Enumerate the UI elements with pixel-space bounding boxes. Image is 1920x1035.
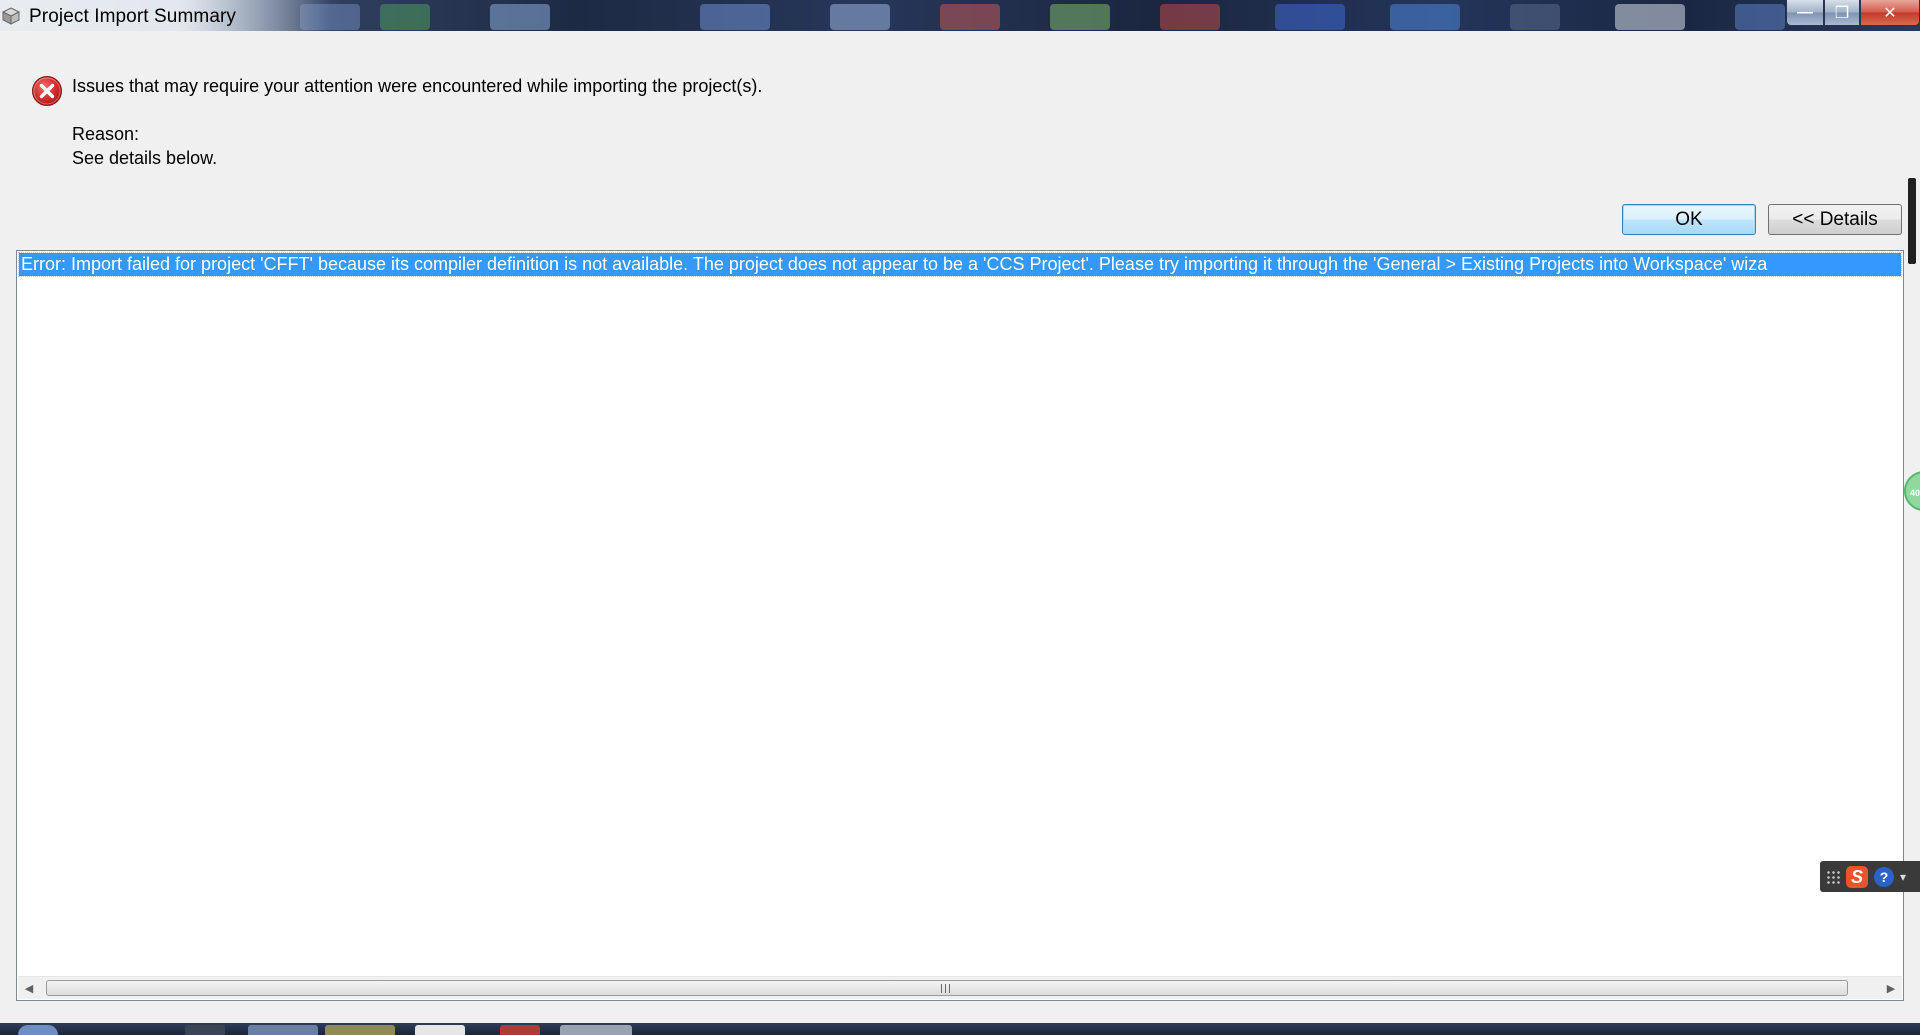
sogou-s-icon[interactable]: S xyxy=(1846,865,1868,888)
scrollbar-thumb[interactable] xyxy=(46,980,1848,996)
reason-label: Reason: xyxy=(72,124,140,144)
error-icon xyxy=(32,76,62,106)
edge-handle[interactable] xyxy=(1908,178,1916,264)
ime-toolbar[interactable]: S ? ▾ xyxy=(1820,861,1920,892)
horizontal-scrollbar[interactable]: ◀ ▶ xyxy=(18,976,1902,999)
close-button[interactable]: ✕ xyxy=(1860,0,1920,26)
floating-badge[interactable]: 40 xyxy=(1904,471,1920,511)
dialog-message: Issues that may require your attention w… xyxy=(72,76,763,96)
details-list[interactable]: Error: Import failed for project 'CFFT' … xyxy=(16,250,1904,1001)
more-icon[interactable]: ▾ xyxy=(1900,870,1906,884)
window-title: Project Import Summary xyxy=(29,6,237,27)
close-icon: ✕ xyxy=(1883,4,1897,22)
ok-button[interactable]: OK xyxy=(1622,204,1756,235)
grip-icon xyxy=(941,984,953,993)
details-toggle-button[interactable]: << Details xyxy=(1768,204,1902,235)
minimize-icon: — xyxy=(1797,3,1813,21)
app-cube-icon xyxy=(1,7,21,25)
taskbar-item[interactable] xyxy=(500,1025,540,1035)
scroll-left-icon[interactable]: ◀ xyxy=(18,977,40,999)
reason-text: See details below. xyxy=(72,148,218,168)
start-orb-icon[interactable] xyxy=(18,1025,58,1035)
window-controls: — ❒ ✕ xyxy=(1786,0,1920,26)
minimize-button[interactable]: — xyxy=(1786,0,1824,26)
keyboard-icon[interactable] xyxy=(1826,869,1840,884)
list-item[interactable]: Error: Import failed for project 'CFFT' … xyxy=(18,252,1902,277)
restore-icon: ❒ xyxy=(1834,4,1850,22)
scroll-right-icon[interactable]: ▶ xyxy=(1880,977,1902,999)
taskbar-item[interactable] xyxy=(248,1025,318,1035)
taskbar-item[interactable] xyxy=(325,1025,395,1035)
maximize-button[interactable]: ❒ xyxy=(1824,0,1860,26)
taskbar xyxy=(0,1023,1920,1035)
help-icon[interactable]: ? xyxy=(1874,866,1894,887)
taskbar-item[interactable] xyxy=(560,1025,632,1035)
taskbar-item[interactable] xyxy=(415,1025,465,1035)
taskbar-item[interactable] xyxy=(185,1025,225,1035)
title-bar[interactable]: Project Import Summary — ❒ ✕ xyxy=(0,0,1920,31)
